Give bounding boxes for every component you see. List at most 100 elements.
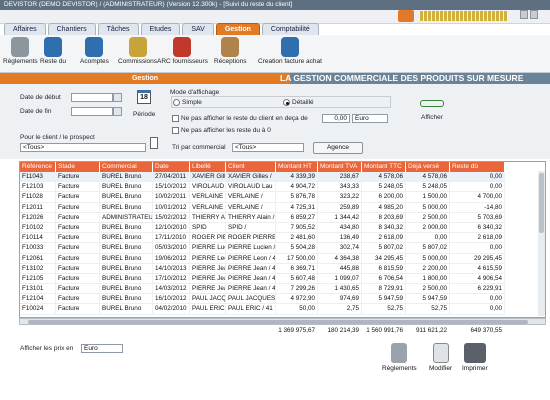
table-row[interactable]: F11043 Facture BUREL Bruno 27/04/2011 XAVIER… [20,172,505,183]
table-cell: 4 985,20 [362,202,406,212]
table-cell: BUREL Bruno [100,192,153,202]
detaille-radio[interactable] [283,99,290,106]
periode-label[interactable]: Période [133,111,155,118]
tab-gestion[interactable]: Gestion [215,23,260,35]
table-cell: F12061 [20,253,56,263]
reglements-button[interactable]: Règlements [382,343,417,372]
table-cell: 4 972,90 [276,294,318,304]
table-cell: PIERRE Leon [192,253,226,263]
column-header[interactable]: Client [226,162,276,172]
threshold-input[interactable]: 0,00 [322,114,350,123]
column-header[interactable]: Commercial [100,162,153,172]
column-header[interactable]: Stade [56,162,100,172]
minimize-button[interactable] [520,10,528,19]
ribbon-button-6[interactable]: Creation facture achat [258,37,322,65]
date-debut-input[interactable] [71,93,113,102]
afficher-label[interactable]: Afficher [421,114,443,121]
glasses-icon[interactable] [420,100,444,107]
ribbon-button-5[interactable]: Réceptions [214,37,247,65]
table-cell: F10114 [20,233,56,243]
date-fin-input[interactable] [71,107,113,116]
dollar-icon [280,37,299,57]
table-cell: 2 000,00 [406,222,450,233]
table-cell: 19/06/2012 [153,253,190,263]
main-tabs: Affaires Chantiers Tâches Etudes SAV Gestion C… [4,23,319,35]
table-row[interactable]: F12103 Facture BUREL Bruno 15/10/2012 VIROLA… [20,182,505,193]
column-header[interactable]: Déjà versé [406,162,450,172]
ribbon-button-3[interactable]: Commissions [118,37,157,65]
table-cell: 2 500,00 [406,212,450,222]
tab-taches[interactable]: Tâches [97,23,139,35]
column-header[interactable]: Montant HT [276,162,318,172]
ribbon-button-2[interactable]: Acomptes [80,37,109,65]
table-cell: 17/11/2010 [153,233,190,243]
table-row[interactable]: F10024 Facture BUREL Bruno 04/02/2010 PAUL E… [20,304,505,315]
table-cell: 14/03/2012 [153,284,190,294]
prices-currency-select[interactable]: Euro [81,344,123,353]
table-cell: F13102 [20,263,56,273]
table-row[interactable]: F11028 Facture BUREL Bruno 10/02/2011 VERLAI… [20,192,505,203]
tri-select[interactable]: <Tous> [232,143,304,152]
table-cell: ADMINISTRATEU [102,212,153,222]
ribbon-button-1[interactable]: Reste du [40,37,66,65]
column-header[interactable]: Montant TTC [362,162,406,172]
horizontal-scrollbar[interactable] [19,318,546,325]
table-cell: Facture [56,182,100,192]
no-reste-checkbox[interactable] [172,115,179,122]
ribbon-button-label: Réceptions [214,58,247,65]
tab-affaires[interactable]: Affaires [4,23,46,35]
tab-sav[interactable]: SAV [182,23,214,35]
date-fin-spin-button[interactable] [113,107,122,116]
binoculars-icon[interactable] [150,137,158,149]
edit-document-icon [432,343,449,363]
table-row[interactable]: F12104 Facture BUREL Bruno 16/10/2012 PAUL J… [20,294,505,305]
column-header[interactable]: Référence [20,162,56,172]
client-select[interactable]: <Tous> [20,143,146,152]
table-cell: 4 615,59 [450,263,505,273]
table-cell: 2 481,60 [276,233,318,243]
table-row[interactable]: F10033 Facture BUREL Bruno 05/03/2010 PIERRE… [20,243,505,254]
date-debut-spin-button[interactable] [113,93,122,102]
table-cell: 0,00 [406,233,450,243]
tab-chantiers[interactable]: Chantiers [47,23,96,35]
column-header[interactable]: Reste dû [450,162,505,172]
table-cell: 8 340,32 [362,222,406,233]
table-cell: 5 000,00 [406,202,450,212]
agence-button[interactable]: Agence [313,142,363,154]
dollar-icon [44,37,63,57]
column-header[interactable]: Montant TVA [318,162,362,172]
table-row[interactable]: F10114 Facture BUREL Bruno 17/11/2010 ROGER … [20,233,505,244]
table-row[interactable]: F13101 Facture BUREL Bruno 14/03/2012 PIERRE… [20,284,505,295]
table-row[interactable]: F12105 Facture BUREL Bruno 17/10/2012 PIERRE… [20,273,505,285]
date-debut-label: Date de début [20,94,61,101]
coins-icon [391,343,408,363]
currency-select[interactable]: Euro [352,114,388,123]
table-row[interactable]: F10102 Facture BUREL Bruno 12/10/2010 SPID SP… [20,222,505,234]
column-header[interactable]: Date [153,162,190,172]
no-reste-label: Ne pas afficher le reste du client en de… [181,115,308,122]
modifier-button[interactable]: Modifier [429,343,452,372]
no-zero-checkbox[interactable] [172,127,179,134]
ribbon-button-4[interactable]: ARC fournisseurs [157,37,208,65]
table-cell: VERLAINE / [226,192,276,202]
column-header[interactable]: Libellé [190,162,226,172]
table-row[interactable]: F12026 Facture ADMINISTRATEU 15/02/2012 THIE… [20,212,505,223]
table-cell: 10/02/2011 [153,192,190,202]
tab-comptabilite[interactable]: Comptabilité [261,23,319,35]
table-cell: SPID / [226,222,276,233]
ribbon-button-0[interactable]: Règlements [3,37,38,65]
table-row[interactable]: F12061 Facture BUREL Bruno 19/06/2012 PIERRE… [20,253,505,264]
table-cell: 1 344,42 [318,212,362,222]
table-cell: 5 607,48 [276,273,318,284]
table-row[interactable]: F12011 Facture BUREL Bruno 10/01/2012 VERLAI… [20,202,505,213]
table-cell: F12104 [20,294,56,304]
table-cell: 1 430,65 [318,284,362,294]
imprimer-button[interactable]: Imprimer [462,343,488,372]
close-button[interactable] [530,10,538,19]
table-row[interactable]: F13102 Facture BUREL Bruno 14/10/2013 PIERRE… [20,263,505,274]
tab-etudes[interactable]: Etudes [140,23,181,35]
vertical-scrollbar[interactable] [538,171,545,316]
calendar-icon[interactable]: 18 [137,90,151,104]
results-grid[interactable]: Référence Stade Commercial Date Libellé Clien… [19,161,546,318]
simple-radio[interactable] [173,99,180,106]
